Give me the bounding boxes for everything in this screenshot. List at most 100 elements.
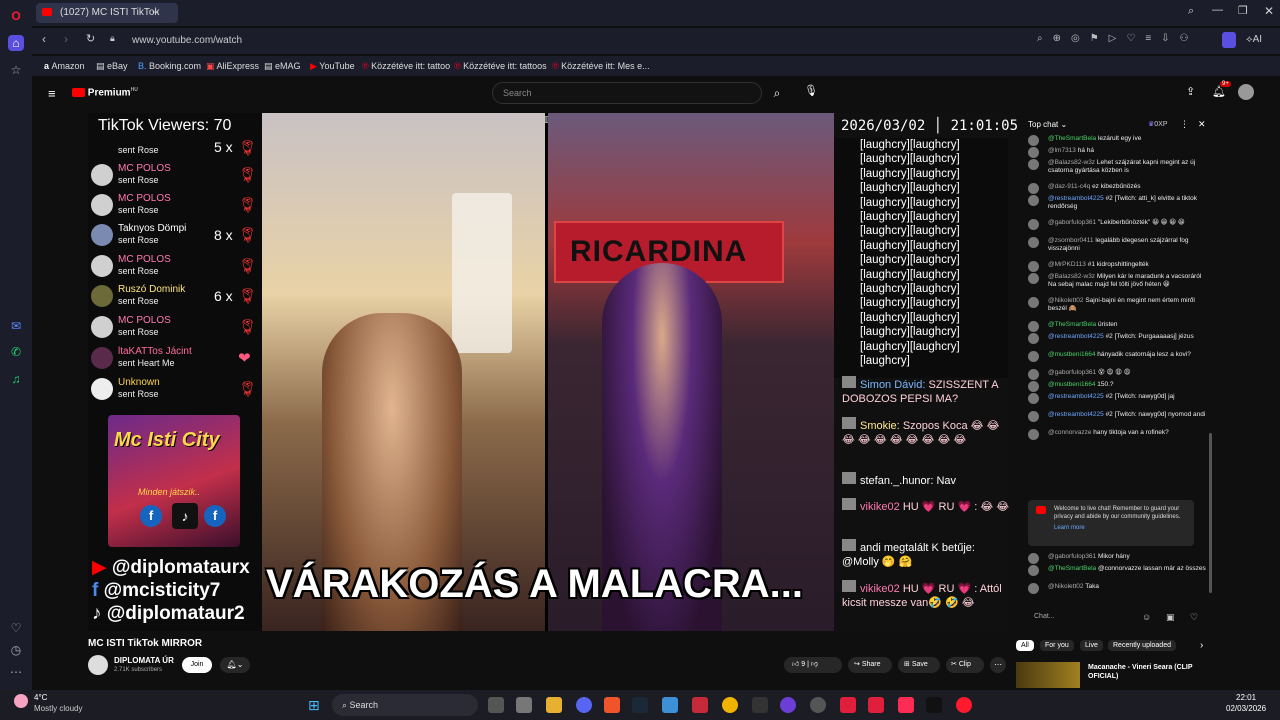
chips-next-icon[interactable]: › [1200, 640, 1203, 651]
chat-user[interactable]: @Balazs82-w3z [1048, 159, 1095, 166]
chat-user[interactable]: @gaborfulop361 [1048, 219, 1096, 226]
chip-live[interactable]: Live [1080, 640, 1103, 651]
chat-user[interactable]: @MrPKD113 [1048, 261, 1086, 268]
chat-avatar[interactable] [1028, 159, 1039, 170]
tf-app-icon[interactable] [692, 697, 708, 713]
app-icon[interactable] [868, 697, 884, 713]
bookmark-pinterest-2[interactable]: ℗ Közzétéve itt: tattoos [454, 59, 547, 73]
channel-name[interactable]: DIPLOMATA ÚR [114, 656, 174, 665]
mic-icon[interactable]: 🎙︎ [804, 84, 818, 97]
tiktok-icon[interactable] [926, 697, 942, 713]
heart-icon[interactable]: ♡ [8, 620, 24, 636]
clock-time[interactable]: 22:01 [1236, 693, 1256, 702]
super-chat-icon[interactable]: ▣ [1166, 612, 1175, 623]
chat-user[interactable]: @restreambot4225 [1048, 393, 1104, 400]
chat-avatar[interactable] [1028, 273, 1039, 284]
url-field[interactable]: www.youtube.com/watch [124, 31, 1024, 51]
chat-avatar[interactable] [1028, 583, 1039, 594]
bookmark-emag[interactable]: ▤ eMAG [264, 59, 301, 73]
chat-user[interactable]: @connorvazze [1048, 429, 1091, 436]
chat-user[interactable]: @mustbeni1664 [1048, 351, 1095, 358]
chat-user[interactable]: @mustbeni1664 [1048, 381, 1095, 388]
chat-avatar[interactable] [1028, 393, 1039, 404]
bookmark-amazon[interactable]: a Amazon [44, 59, 85, 73]
back-icon[interactable]: ‹ [42, 32, 46, 46]
recommended-thumbnail[interactable] [1016, 662, 1080, 688]
close-window-button[interactable]: ✕ [1264, 4, 1274, 18]
weather-text[interactable]: Mostly cloudy [34, 704, 82, 713]
chat-user[interactable]: @daz-911-c4q [1048, 183, 1090, 190]
chat-user[interactable]: @Nikolett02 [1048, 583, 1084, 590]
maximize-button[interactable]: ❐ [1238, 4, 1248, 17]
chat-avatar[interactable] [1028, 411, 1039, 422]
join-button[interactable]: Join [182, 657, 212, 673]
chat-close-icon[interactable]: ✕ [1198, 119, 1206, 130]
weather-temp[interactable]: 4°C [34, 693, 47, 702]
bookmark-pinterest-1[interactable]: ℗ Közzétéve itt: tattoo [362, 59, 450, 73]
chat-avatar[interactable] [1028, 261, 1039, 272]
bookmark-pinterest-3[interactable]: ℗ Közzétéve itt: Mes e... [552, 59, 650, 73]
home-icon[interactable]: ⌂ [8, 35, 24, 51]
photos-icon[interactable] [662, 697, 678, 713]
menu-icon[interactable]: ≡ [48, 86, 56, 101]
chat-scrollbar[interactable] [1209, 433, 1212, 593]
spotify-icon[interactable]: ♫ [8, 371, 24, 387]
chat-user[interactable]: @gaborfulop361 [1048, 553, 1096, 560]
reload-icon[interactable]: ↻ [86, 32, 95, 45]
chat-avatar[interactable] [1028, 565, 1039, 576]
app-icon[interactable] [780, 697, 796, 713]
chat-avatar[interactable] [1028, 297, 1039, 308]
steam-icon[interactable] [632, 697, 648, 713]
chat-avatar[interactable] [1028, 237, 1039, 248]
whatsapp-icon[interactable]: ✆ [8, 344, 24, 360]
windows-start-icon[interactable]: ⊞ [308, 697, 320, 714]
search-tabs-icon[interactable]: ⌕ [1188, 5, 1194, 18]
chat-avatar[interactable] [1028, 321, 1039, 332]
channel-avatar[interactable] [88, 655, 108, 675]
more-icon[interactable]: ⋯ [8, 664, 24, 680]
bookmark-booking[interactable]: B. Booking.com [138, 59, 201, 73]
address-actions[interactable]: ⌕⊕◎⚑▷♡≡⇩⚇ [1037, 33, 1199, 44]
clip-button[interactable]: ✂ Clip [946, 657, 984, 673]
taskbar-search[interactable]: ⌕ Search [332, 694, 478, 716]
messenger-icon[interactable]: ✉ [8, 318, 24, 334]
coin-app-icon[interactable] [722, 697, 738, 713]
top-chat-selector[interactable]: Top chat ⌄ [1028, 120, 1067, 129]
clock-date[interactable]: 02/03/2026 [1226, 704, 1266, 713]
like-button[interactable]: 👍︎ 9 | 👎︎ [784, 657, 842, 673]
upload-icon[interactable]: ⇪ [1186, 85, 1195, 98]
forward-icon[interactable]: › [64, 32, 68, 46]
chat-avatar[interactable] [1028, 183, 1039, 194]
learn-more-link[interactable]: Learn more [1054, 524, 1188, 532]
chat-user[interactable]: @restreambot4225 [1048, 411, 1104, 418]
star-icon[interactable]: ☆ [8, 62, 24, 78]
app-icon[interactable] [840, 697, 856, 713]
chat-avatar[interactable] [1028, 381, 1039, 392]
chat-more-icon[interactable]: ⋮ [1180, 119, 1189, 130]
chat-user[interactable]: @TheSmartBela [1048, 321, 1096, 328]
share-button[interactable]: ↪ Share [848, 657, 892, 673]
chat-user[interactable]: @gaborfulop361 [1048, 369, 1096, 376]
recommended-title[interactable]: Macanache - Vineri Seara (CLIP OFICIAL) [1088, 663, 1208, 681]
app-icon[interactable] [516, 697, 532, 713]
youtube-logo[interactable]: PremiumHU [72, 87, 138, 98]
chat-avatar[interactable] [1028, 147, 1039, 158]
chat-user[interactable]: @Nikolett02 [1048, 297, 1084, 304]
task-view-icon[interactable] [488, 697, 504, 713]
tiktok-icon[interactable] [898, 697, 914, 713]
chat-avatar[interactable] [1028, 195, 1039, 206]
chat-user[interactable]: @zsombor0411 [1048, 237, 1094, 244]
chat-user[interactable]: @lm7313 [1048, 147, 1076, 154]
emoji-icon[interactable]: ☺ [1142, 612, 1151, 622]
chat-user[interactable]: @TheSmartBela [1048, 565, 1096, 572]
chat-user[interactable]: @restreambot4225 [1048, 195, 1104, 202]
chat-avatar[interactable] [1028, 553, 1039, 564]
chat-user[interactable]: @restreambot4225 [1048, 333, 1104, 340]
avatar[interactable] [1238, 84, 1254, 100]
chip-for-you[interactable]: For you [1040, 640, 1074, 651]
ai-button[interactable]: ⟡AI [1246, 34, 1262, 45]
opera-icon[interactable] [956, 697, 972, 713]
search-button[interactable]: ⌕ [764, 82, 790, 104]
brave-icon[interactable] [604, 697, 620, 713]
like-chat-icon[interactable]: ♡ [1190, 612, 1198, 623]
